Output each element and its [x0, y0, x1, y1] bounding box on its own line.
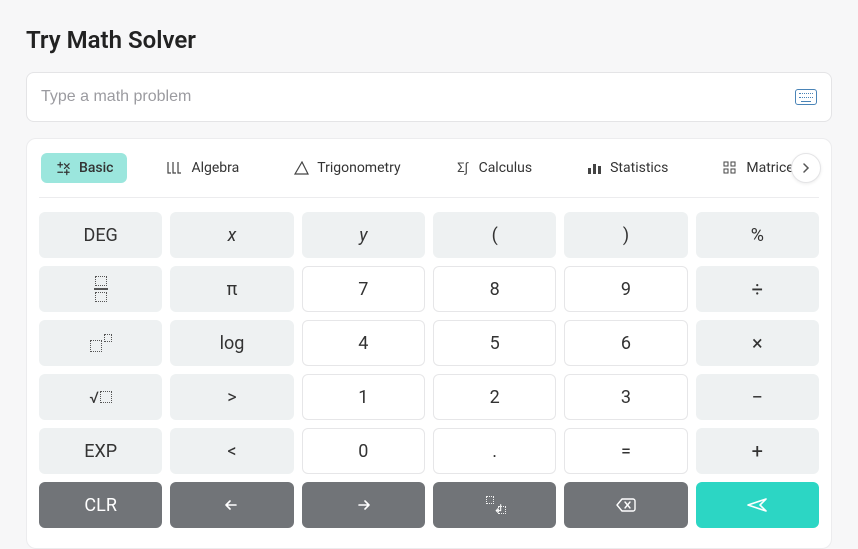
calculus-icon: Σ∫	[455, 160, 471, 176]
key-log[interactable]: log	[170, 320, 293, 366]
tab-label: Algebra	[191, 160, 239, 176]
problem-input[interactable]	[41, 88, 795, 106]
key-fraction[interactable]	[39, 266, 162, 312]
key-lparen[interactable]: (	[433, 212, 556, 258]
problem-input-card	[26, 72, 832, 122]
key-5[interactable]: 5	[433, 320, 556, 366]
fraction-icon	[94, 276, 108, 301]
key-left[interactable]	[170, 482, 293, 528]
divide-icon: ÷	[752, 279, 763, 299]
page-title: Try Math Solver	[26, 26, 832, 54]
key-y[interactable]: y	[302, 212, 425, 258]
key-gt[interactable]: >	[170, 374, 293, 420]
key-right[interactable]	[302, 482, 425, 528]
key-submit[interactable]	[696, 482, 819, 528]
tab-algebra[interactable]: Algebra	[153, 153, 253, 183]
tab-trigonometry[interactable]: Trigonometry	[279, 153, 414, 183]
key-multiply[interactable]: ×	[696, 320, 819, 366]
tabs-list: Basic Algebra Trigonometry Σ∫ Calculus	[39, 153, 819, 183]
statistics-icon	[586, 160, 602, 176]
algebra-icon	[167, 160, 183, 176]
trig-icon	[293, 160, 309, 176]
key-plus[interactable]: +	[696, 428, 819, 474]
newline-icon: ↲	[484, 496, 506, 514]
key-deg[interactable]: DEG	[39, 212, 162, 258]
key-x[interactable]: x	[170, 212, 293, 258]
basic-icon	[55, 160, 71, 176]
arrow-left-icon	[222, 497, 242, 513]
key-7[interactable]: 7	[302, 266, 425, 312]
plus-icon: +	[752, 441, 763, 461]
key-divide[interactable]: ÷	[696, 266, 819, 312]
key-0[interactable]: 0	[302, 428, 425, 474]
arrow-right-icon	[353, 497, 373, 513]
tab-label: Basic	[79, 160, 113, 176]
key-3[interactable]: 3	[564, 374, 687, 420]
matrices-icon	[722, 160, 738, 176]
tab-calculus[interactable]: Σ∫ Calculus	[441, 153, 547, 183]
keypad: DEG x y ( ) % π 7 8 9 ÷ log 4 5 6 × √ > …	[39, 212, 819, 528]
key-newline[interactable]: ↲	[433, 482, 556, 528]
keyboard-icon[interactable]	[795, 89, 817, 105]
key-rparen[interactable]: )	[564, 212, 687, 258]
tabs-bar: Basic Algebra Trigonometry Σ∫ Calculus	[39, 153, 819, 198]
tab-basic[interactable]: Basic	[41, 153, 127, 183]
key-6[interactable]: 6	[564, 320, 687, 366]
chevron-right-icon	[801, 163, 811, 173]
tab-statistics[interactable]: Statistics	[572, 153, 682, 183]
key-8[interactable]: 8	[433, 266, 556, 312]
minus-icon: −	[752, 387, 763, 407]
key-sqrt[interactable]: √	[39, 374, 162, 420]
multiply-icon: ×	[752, 333, 763, 353]
key-1[interactable]: 1	[302, 374, 425, 420]
key-2[interactable]: 2	[433, 374, 556, 420]
key-dot[interactable]: .	[433, 428, 556, 474]
tab-label: Statistics	[610, 160, 668, 176]
backspace-icon	[615, 497, 637, 513]
key-percent[interactable]: %	[696, 212, 819, 258]
key-backspace[interactable]	[564, 482, 687, 528]
key-minus[interactable]: −	[696, 374, 819, 420]
tab-label: Calculus	[479, 160, 533, 176]
exponent-icon	[90, 334, 112, 352]
send-icon	[746, 497, 768, 513]
key-clear[interactable]: CLR	[39, 482, 162, 528]
tab-label: Trigonometry	[317, 160, 400, 176]
key-lt[interactable]: <	[170, 428, 293, 474]
key-9[interactable]: 9	[564, 266, 687, 312]
key-exponent[interactable]	[39, 320, 162, 366]
tabs-scroll-right[interactable]	[791, 153, 821, 183]
key-equals[interactable]: =	[564, 428, 687, 474]
keypad-panel: Basic Algebra Trigonometry Σ∫ Calculus	[26, 138, 832, 549]
key-4[interactable]: 4	[302, 320, 425, 366]
sqrt-icon: √	[89, 388, 112, 407]
key-exp[interactable]: EXP	[39, 428, 162, 474]
key-pi[interactable]: π	[170, 266, 293, 312]
